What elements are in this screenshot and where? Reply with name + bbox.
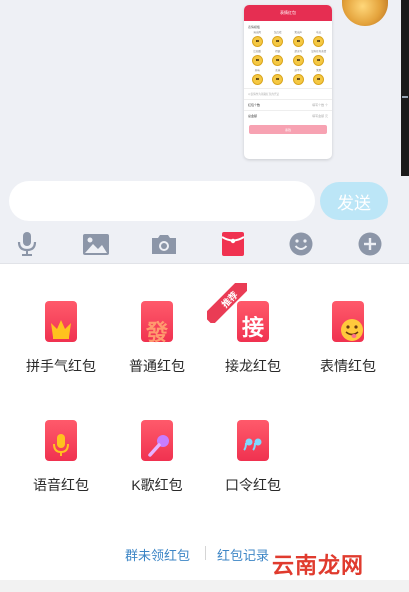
recommended-badge: 推荐	[207, 283, 247, 323]
emoji-tag: 加点戏	[273, 31, 282, 34]
emoji-face-icon	[272, 55, 284, 66]
packet-label: 普通红包	[129, 358, 185, 374]
emoji-face-icon	[292, 36, 304, 47]
emoji-tag: 天呐	[254, 69, 260, 72]
plus-icon	[358, 232, 382, 256]
emoji-tag: 放不下	[294, 69, 302, 72]
packet-label: 口令红包	[225, 477, 281, 493]
preview-row-hint: 填写金额 元	[312, 114, 328, 118]
preview-emoji-cell: 卖萌	[268, 69, 289, 86]
packet-label: 接龙红包	[225, 358, 281, 374]
emoji-face-icon	[251, 55, 263, 66]
packet-label: 语音红包	[33, 477, 89, 493]
emoji-face-icon	[272, 36, 284, 47]
red-packet-tile	[237, 420, 269, 461]
emoji-face-icon	[313, 55, 325, 66]
preview-emoji-cell: 得瑟	[268, 50, 289, 67]
composer-bar: 发送	[0, 176, 409, 264]
message-input[interactable]	[9, 181, 315, 221]
emoji-face-icon	[272, 74, 284, 85]
fortune-character-icon: 發	[145, 320, 168, 345]
preview-emoji-cell: 玩出风	[247, 31, 268, 48]
footer-divider	[205, 546, 206, 560]
packet-password[interactable]: 口令红包	[205, 420, 301, 495]
packet-emoji[interactable]: 表情红包	[300, 301, 396, 376]
packet-karaoke[interactable]: K歌红包	[109, 420, 205, 495]
quote-icon	[243, 438, 262, 451]
emoji-tag: 得瑟	[275, 50, 281, 53]
image-icon	[83, 233, 109, 255]
red-packet-tile	[45, 420, 77, 461]
karaoke-mic-icon	[148, 435, 169, 457]
red-packet-tile	[45, 301, 77, 342]
preview-emoji-cell: 笑脸	[309, 69, 330, 86]
preview-emoji-cell: 笑出声	[288, 31, 309, 48]
more-options-button[interactable]	[356, 231, 384, 257]
red-packet-tile	[332, 301, 364, 342]
send-button[interactable]: 发送	[320, 182, 388, 220]
preview-emoji-cell: 放不下	[288, 69, 309, 86]
preview-emoji-cell: 吃瓜	[309, 31, 330, 48]
emoji-face-icon	[313, 74, 325, 85]
microphone-icon	[17, 232, 37, 256]
preview-emoji-cell: 没有任何表情	[309, 50, 330, 67]
emoji-tag: 笑出声	[294, 31, 302, 34]
emoji-face-icon	[251, 74, 263, 85]
emoji-face-icon	[292, 55, 304, 66]
emoji-tag: 卖萌	[275, 69, 281, 72]
voice-mic-icon	[53, 434, 69, 456]
emoji-tag: 超灵巧	[294, 50, 302, 53]
preview-emoji-cell: 比较酷	[247, 50, 268, 67]
preview-emoji-cell: 超灵巧	[288, 50, 309, 67]
preview-note: 以表情作为领取红包的凭证	[244, 88, 332, 99]
watermark-logo: 云南龙网	[272, 553, 365, 578]
bottom-edge	[0, 580, 409, 592]
emoji-tag: 笑脸	[316, 69, 322, 72]
packet-history-link[interactable]: 红包记录	[217, 545, 269, 564]
recommended-badge-label: 推荐	[207, 283, 247, 323]
preview-row-label: 红包个数	[248, 103, 261, 107]
emoji-face-icon	[251, 36, 263, 47]
preview-section-label: 表情模板	[248, 25, 261, 29]
preview-emoji-cell: 加点戏	[268, 31, 289, 48]
chat-area: 表情红包 表情模板 玩出风 加点戏 笑出声 吃瓜 比较酷 得瑟 超灵巧 没有任何…	[0, 0, 409, 176]
red-packet-icon	[222, 232, 244, 256]
red-packet-tile: 發	[141, 301, 173, 345]
preview-row: 总金额 填写金额 元	[244, 110, 332, 121]
preview-header: 表情红包	[244, 5, 332, 21]
packet-label: 拼手气红包	[26, 358, 96, 374]
packet-lucky[interactable]: 拼手气红包	[13, 301, 109, 376]
emoji-tag: 没有任何表情	[311, 50, 327, 53]
preview-row-hint: 填写个数 个	[312, 103, 328, 107]
avatar[interactable]	[342, 0, 388, 26]
camera-button[interactable]	[150, 231, 178, 257]
preview-row-label: 总金额	[248, 114, 258, 118]
camera-icon	[152, 234, 176, 254]
emoji-icon	[289, 232, 313, 256]
red-packet-tile	[141, 420, 173, 461]
smiley-face-icon	[341, 319, 363, 341]
packet-normal[interactable]: 發 普通红包	[109, 301, 205, 376]
emoji-tag: 玩出风	[253, 31, 261, 34]
preview-emoji-grid: 玩出风 加点戏 笑出声 吃瓜 比较酷 得瑟 超灵巧 没有任何表情 天呐 卖萌 放…	[244, 31, 332, 86]
emoji-button[interactable]	[287, 231, 315, 257]
unclaimed-packets-link[interactable]: 群未领红包	[125, 545, 190, 564]
preview-submit-button: 塞钱	[249, 125, 327, 134]
packet-label: 表情红包	[320, 358, 376, 374]
preview-row: 红包个数 填写个数 个	[244, 99, 332, 110]
packet-label: K歌红包	[131, 477, 183, 493]
packet-voice[interactable]: 语音红包	[13, 420, 109, 495]
crown-icon	[51, 320, 71, 339]
shared-screenshot-message[interactable]: 表情红包 表情模板 玩出风 加点戏 笑出声 吃瓜 比较酷 得瑟 超灵巧 没有任何…	[244, 5, 332, 159]
preview-emoji-cell: 天呐	[247, 69, 268, 86]
emoji-face-icon	[292, 74, 304, 85]
red-packet-button[interactable]	[219, 231, 247, 257]
emoji-tag: 吃瓜	[316, 31, 322, 34]
emoji-tag: 比较酷	[253, 50, 261, 53]
emoji-face-icon	[313, 36, 325, 47]
voice-input-button[interactable]	[13, 231, 41, 257]
image-picker-button[interactable]	[82, 231, 110, 257]
